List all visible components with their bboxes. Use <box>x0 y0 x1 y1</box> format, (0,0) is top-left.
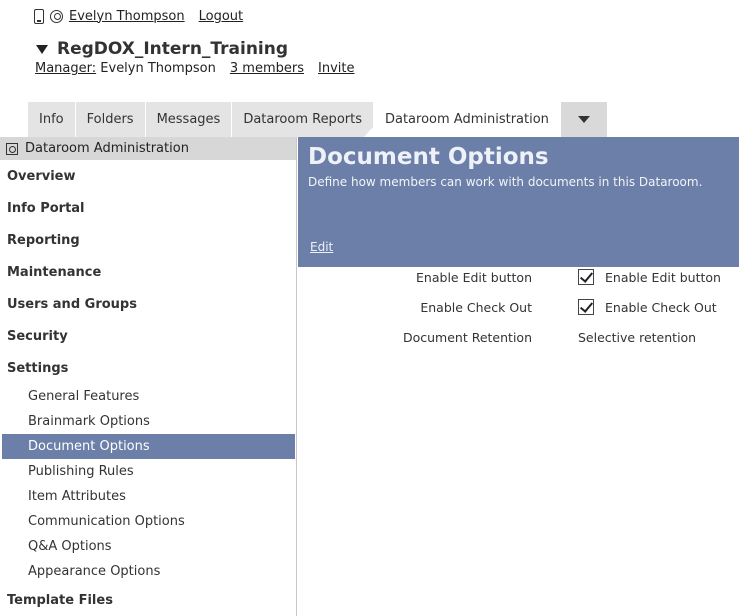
active-tab-pointer <box>364 128 380 137</box>
page-header: Document Options Define how members can … <box>298 137 739 267</box>
sidebar-item-security[interactable]: Security <box>0 320 296 352</box>
manager-info: Manager: Evelyn Thompson <box>35 61 216 76</box>
user-bar: Evelyn Thompson Logout <box>34 7 257 25</box>
option-row-enable-edit: Enable Edit button Enable Edit button <box>298 268 739 290</box>
tab-more-button[interactable] <box>560 102 608 137</box>
sidebar-subitem-qa-options[interactable]: Q&A Options <box>2 534 295 559</box>
option-label: Enable Check Out <box>420 300 532 315</box>
manager-name: Evelyn Thompson <box>100 61 216 76</box>
checkbox-checked-icon <box>578 269 594 285</box>
tab-info[interactable]: Info <box>28 102 76 137</box>
members-link[interactable]: 3 members <box>230 61 304 76</box>
option-row-enable-check-out: Enable Check Out Enable Check Out <box>298 298 739 320</box>
sidebar-item-maintenance[interactable]: Maintenance <box>0 256 296 288</box>
sidebar-header-label: Dataroom Administration <box>25 141 189 156</box>
logout-link[interactable]: Logout <box>199 9 244 24</box>
option-label: Document Retention <box>402 330 532 345</box>
sidebar-nav: Overview Info Portal Reporting Maintenan… <box>0 160 296 616</box>
chevron-down-icon <box>577 116 590 123</box>
sidebar-item-overview[interactable]: Overview <box>0 160 296 192</box>
tab-dataroom-reports[interactable]: Dataroom Reports <box>232 102 374 137</box>
option-value-text: Selective retention <box>578 330 697 345</box>
invite-link[interactable]: Invite <box>318 61 354 76</box>
tab-dataroom-administration[interactable]: Dataroom Administration <box>373 102 561 137</box>
edit-link[interactable]: Edit <box>310 240 333 254</box>
collapse-caret-icon[interactable] <box>36 45 48 54</box>
option-row-document-retention: Document Retention Selective retention <box>298 328 739 350</box>
sidebar-subitem-general-features[interactable]: General Features <box>2 384 295 409</box>
sidebar-subitem-document-options[interactable]: Document Options <box>2 434 295 459</box>
admin-sidebar: Dataroom Administration Overview Info Po… <box>0 137 297 616</box>
sidebar-subitem-publishing-rules[interactable]: Publishing Rules <box>2 459 295 484</box>
workspace-title[interactable]: RegDOX_Intern_Training <box>36 39 288 59</box>
sidebar-item-template-files[interactable]: Template Files <box>0 584 296 616</box>
tab-folders[interactable]: Folders <box>75 102 146 137</box>
sidebar-subitem-brainmark-options[interactable]: Brainmark Options <box>2 409 295 434</box>
option-label: Enable Edit button <box>416 270 532 285</box>
tab-messages[interactable]: Messages <box>145 102 233 137</box>
option-value: Enable Check Out <box>578 299 717 315</box>
main-tabs: Info Folders Messages Dataroom Reports D… <box>28 102 608 137</box>
user-name-link[interactable]: Evelyn Thompson <box>69 9 185 24</box>
page-title: Document Options <box>308 144 549 170</box>
option-value-text: Enable Edit button <box>605 269 721 285</box>
globe-icon[interactable] <box>50 9 63 23</box>
page-description: Define how members can work with documen… <box>308 175 703 189</box>
sidebar-subitem-appearance-options[interactable]: Appearance Options <box>2 559 295 584</box>
sidebar-item-settings[interactable]: Settings <box>0 352 296 384</box>
sidebar-item-reporting[interactable]: Reporting <box>0 224 296 256</box>
manager-label: Manager: <box>35 61 97 76</box>
sidebar-item-users-and-groups[interactable]: Users and Groups <box>0 288 296 320</box>
workspace-meta: Manager: Evelyn Thompson 3 members Invit… <box>35 61 354 76</box>
checkbox-checked-icon <box>578 299 594 315</box>
option-value-text: Enable Check Out <box>605 299 717 315</box>
sidebar-subitem-item-attributes[interactable]: Item Attributes <box>2 484 295 509</box>
sidebar-header: Dataroom Administration <box>0 137 296 160</box>
mobile-icon[interactable] <box>34 8 44 24</box>
option-value: Enable Edit button <box>578 269 721 285</box>
workspace-title-text: RegDOX_Intern_Training <box>57 39 289 59</box>
sidebar-subitem-communication-options[interactable]: Communication Options <box>2 509 295 534</box>
admin-icon <box>6 142 18 155</box>
sidebar-item-info-portal[interactable]: Info Portal <box>0 192 296 224</box>
